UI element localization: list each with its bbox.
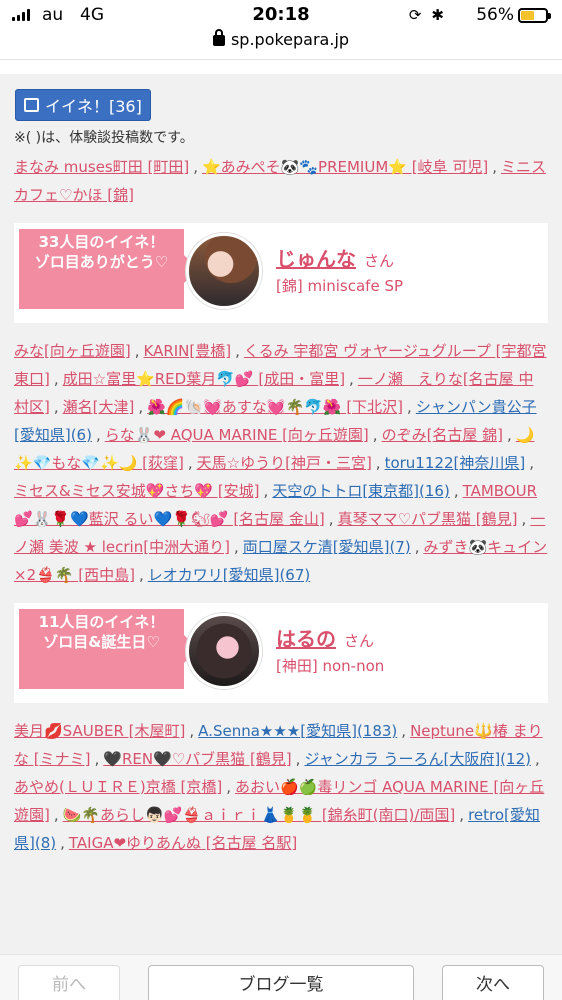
liker-link[interactable]: らな🐰❤ AQUA MARINE [向ヶ丘遊園] [105, 426, 369, 444]
separator: , [349, 370, 354, 388]
liker-link[interactable]: 🍉🌴あらし👦🏻💕👙ａｉｒｉ👗🍍🍍 [錦糸町(南口)/両国] [63, 806, 456, 824]
liker-link[interactable]: A.Senna★★★[愛知県](183) [198, 722, 397, 740]
milestone-ribbon: 33人目のイイネ！ ゾロ目ありがとう♡ [19, 229, 198, 309]
separator: , [375, 454, 381, 472]
ribbon-line: ゾロ目&誕生日♡ [43, 633, 160, 651]
separator: , [414, 538, 420, 556]
separator: , [295, 750, 301, 768]
honorific: さん [344, 632, 375, 650]
liker-link[interactable]: 瀬名[大津] [63, 398, 135, 416]
liker-link[interactable]: 成田☆富里⭐RED葉月🐬💕 [成田・富里] [63, 370, 345, 388]
separator: , [53, 370, 59, 388]
liker-link[interactable]: ジャンカラ うーろん[大阪府](12) [304, 750, 531, 768]
separator: , [453, 482, 459, 500]
honorific: さん [364, 252, 395, 270]
liker-list: 美月💋SAUBER [木屋町], A.Senna★★★[愛知県](183), Nep… [14, 717, 548, 857]
separator: , [134, 342, 140, 360]
liker-list: まなみ muses町田 [町田], ⭐あみぺそ🐼🐾PREMIUM⭐ [岐阜 可児]… [14, 153, 548, 209]
ribbon-line: ゾロ目ありがとう♡ [34, 253, 169, 271]
url-host: sp.pokepara.jp [230, 30, 350, 49]
bluetooth-icon: ✱ [431, 6, 444, 24]
separator: , [407, 398, 412, 416]
separator: , [60, 834, 65, 852]
separator: , [94, 750, 100, 768]
shop-label: [錦] miniscafe SP [276, 277, 404, 295]
avatar[interactable] [186, 233, 262, 309]
liker-link[interactable]: TAIGA❤ゆりあんぬ [名古屋 名駅] [69, 834, 297, 852]
status-bar: au 4G 20:18 ⟳ ✱ 56% [0, 0, 562, 30]
like-label: イイネ！[36] [45, 97, 142, 116]
thumbs-up-icon [24, 98, 39, 112]
battery-percent: 56% [476, 5, 514, 25]
liker-link[interactable]: 🌺🌈🐚💓あすな💓🌴🐬🌺 [下北沢] [147, 398, 403, 416]
separator: , [95, 426, 101, 444]
liker-link[interactable]: 美月💋SAUBER [木屋町] [14, 722, 185, 740]
liker-link[interactable]: 両口屋スケ清[愛知県](7) [243, 538, 411, 556]
next-button[interactable]: 次へ [442, 965, 544, 1000]
separator: , [138, 566, 144, 584]
separator: , [235, 342, 240, 360]
rotation-lock-icon: ⟳ [408, 6, 422, 24]
cast-name-link[interactable]: じゅんな [276, 247, 356, 271]
blog-list-button[interactable]: ブログ一覧 [148, 965, 414, 1000]
battery-icon [518, 8, 551, 23]
separator: , [521, 510, 527, 528]
separator: , [507, 426, 512, 444]
avatar[interactable] [186, 613, 262, 689]
liker-link[interactable]: 天空のトトロ[東京都](16) [272, 482, 450, 500]
shop-label: [神田] non-non [276, 657, 385, 675]
lock-icon [212, 29, 225, 46]
liker-link[interactable]: あやめ(ＬＵＩＲＥ)京橋 [京橋] [14, 778, 222, 796]
ribbon-line: 11人目のイイネ！ [38, 613, 165, 631]
liker-link[interactable]: レオカワリ[愛知県](67) [148, 566, 311, 584]
milestone-ribbon: 11人目のイイネ！ ゾロ目&誕生日♡ [19, 609, 198, 689]
liker-list: みな[向ヶ丘遊園], KARIN[豊橋], くるみ 宇都宮 ヴォヤージュグループ [… [14, 337, 548, 589]
prev-button[interactable]: 前へ [18, 965, 120, 1000]
separator: , [534, 750, 540, 768]
separator: , [459, 806, 465, 824]
liker-link[interactable]: みな[向ヶ丘遊園] [14, 342, 131, 360]
pager: 前へ ブログ一覧 次へ [0, 954, 562, 1000]
liker-link[interactable]: toru1122[神奈川県] [385, 454, 526, 472]
likes-panel: イイネ！[36] ※( )は、体験談投稿数です。 まなみ muses町田 [町田… [0, 74, 562, 954]
separator: , [187, 454, 193, 472]
liker-link[interactable]: のぞみ[名古屋 錦] [382, 426, 503, 444]
liker-link[interactable]: 真琴ママ♡パブ黒猫 [鶴見] [338, 510, 518, 528]
separator: , [226, 778, 231, 796]
liker-link[interactable]: まなみ muses町田 [町田] [14, 158, 189, 176]
separator: , [53, 806, 59, 824]
liker-link[interactable]: 🖤REN🖤♡パブ黒猫 [鶴見] [103, 750, 291, 768]
separator: , [138, 398, 144, 416]
separator: , [53, 398, 59, 416]
milestone-card: 11人目のイイネ！ ゾロ目&誕生日♡ はるの さん [神田] non-non [14, 603, 548, 703]
separator: , [233, 538, 239, 556]
separator: , [401, 722, 407, 740]
milestone-card: 33人目のイイネ！ ゾロ目ありがとう♡ じゅんな さん [錦] miniscafe SP [14, 223, 548, 323]
count-note: ※( )は、体験談投稿数です。 [14, 130, 194, 146]
liker-link[interactable]: 天馬☆ゆうり[神戸・三宮] [197, 454, 372, 472]
cast-name-link[interactable]: はるの [276, 627, 336, 651]
separator: , [328, 510, 334, 528]
separator: , [189, 722, 195, 740]
separator: , [492, 158, 497, 176]
separator: , [529, 454, 534, 472]
like-button[interactable]: イイネ！[36] [15, 89, 151, 121]
ribbon-line: 33人目のイイネ！ [38, 233, 165, 251]
liker-link[interactable]: ⭐あみぺそ🐼🐾PREMIUM⭐ [岐阜 可児] [202, 158, 488, 176]
url-bar[interactable]: sp.pokepara.jp [0, 29, 562, 60]
liker-link[interactable]: ミセス&ミセス安城💖さち💖 [安城] [14, 482, 260, 500]
separator: , [193, 158, 198, 176]
liker-link[interactable]: KARIN[豊橋] [144, 342, 232, 360]
separator: , [372, 426, 378, 444]
separator: , [263, 482, 269, 500]
